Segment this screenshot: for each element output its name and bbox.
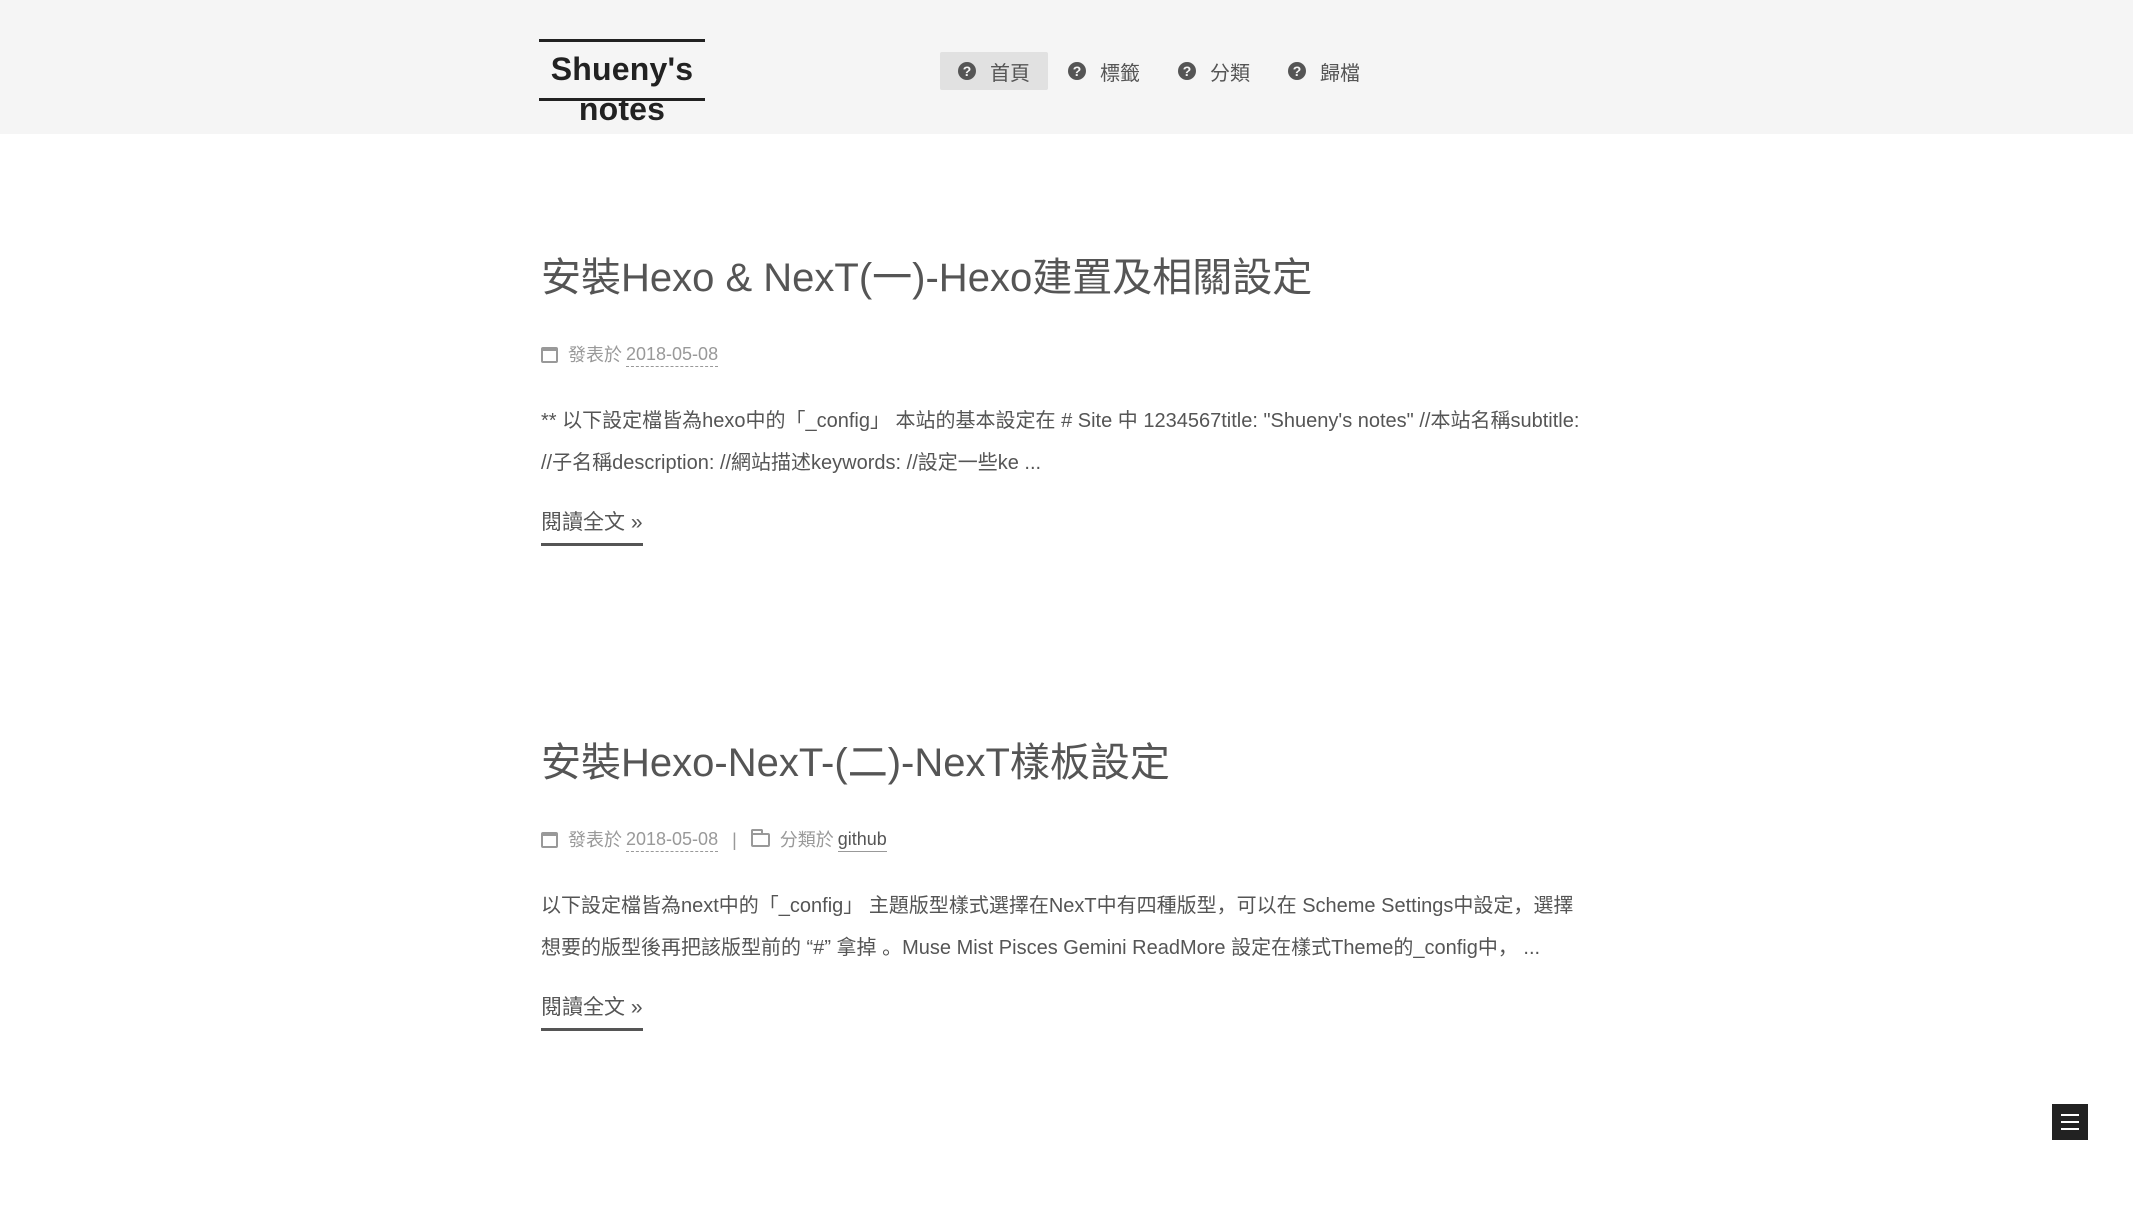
question-circle-icon: ? (1288, 62, 1306, 80)
menu-bar-icon (2061, 1128, 2079, 1130)
category-label: 分類於 (779, 829, 834, 850)
site-header: Shueny's notes ? 首頁 ? 標籤 ? 分類 ? 歸檔 (0, 0, 2133, 134)
post-meta: 發表於 2018-05-08 | 分類於 github (541, 827, 1591, 852)
read-more-button[interactable]: 閱讀全文 » (541, 509, 643, 546)
post-item: 安裝Hexo-NexT-(二)-NexT樣板設定 發表於 2018-05-08 … (541, 737, 1591, 1031)
meta-separator: | (732, 829, 737, 850)
menu-bar-icon (2061, 1121, 2079, 1123)
post-date: 2018-05-08 (626, 827, 719, 852)
post-excerpt: ** 以下設定檔皆為hexo中的「_config」 本站的基本設定在 # Sit… (541, 410, 1580, 474)
post-meta: 發表於 2018-05-08 (541, 342, 1591, 367)
post-date: 2018-05-08 (626, 342, 719, 367)
menu-item-categories[interactable]: ? 分類 (1160, 52, 1268, 90)
question-circle-icon: ? (958, 62, 976, 80)
post-excerpt: 以下設定檔皆為next中的「_config」 主題版型樣式選擇在NexT中有四種… (541, 895, 1574, 959)
brand-line-bottom (539, 98, 705, 101)
brand-line-top (539, 39, 705, 42)
menu-bar-icon (2061, 1114, 2079, 1116)
main-menu: ? 首頁 ? 標籤 ? 分類 ? 歸檔 (940, 52, 1380, 90)
question-circle-icon: ? (1068, 62, 1086, 80)
menu-item-label: 首頁 (990, 62, 1030, 85)
menu-item-label: 分類 (1210, 62, 1250, 85)
site-brand[interactable]: Shueny's notes (512, 39, 732, 127)
category-link[interactable]: github (837, 827, 887, 852)
site-title[interactable]: Shueny's notes (512, 49, 732, 129)
question-circle-icon: ? (1178, 62, 1196, 80)
posted-label: 發表於 (568, 829, 622, 850)
menu-item-tags[interactable]: ? 標籤 (1050, 52, 1158, 90)
posted-label: 發表於 (568, 344, 622, 365)
folder-icon (750, 828, 770, 847)
post-title[interactable]: 安裝Hexo & NexT(一)-Hexo建置及相關設定 (541, 252, 1591, 304)
menu-item-label: 歸檔 (1320, 62, 1360, 85)
calendar-icon (541, 831, 558, 848)
post-item: 安裝Hexo & NexT(一)-Hexo建置及相關設定 發表於 2018-05… (541, 252, 1591, 546)
menu-item-archives[interactable]: ? 歸檔 (1270, 52, 1378, 90)
post-title[interactable]: 安裝Hexo-NexT-(二)-NexT樣板設定 (541, 737, 1591, 789)
menu-item-home[interactable]: ? 首頁 (940, 52, 1048, 90)
calendar-icon (541, 346, 558, 363)
sidebar-toggle-button[interactable] (2052, 1104, 2088, 1140)
menu-item-label: 標籤 (1100, 62, 1140, 85)
read-more-button[interactable]: 閱讀全文 » (541, 994, 643, 1031)
